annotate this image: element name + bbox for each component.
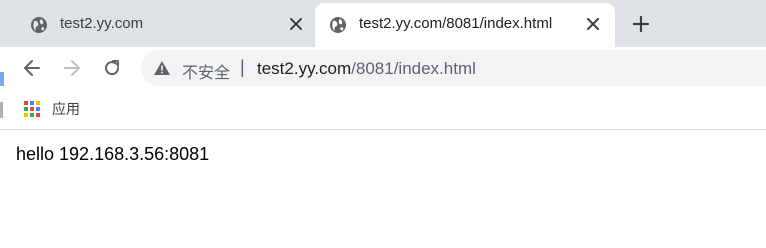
plus-icon: [633, 16, 649, 32]
tab-test2-index-html[interactable]: test2.yy.com/8081/index.html: [315, 3, 615, 47]
apps-dot: [36, 101, 40, 105]
page-body-text: hello 192.168.3.56:8081: [16, 144, 210, 164]
edge-fragment: [0, 72, 4, 86]
globe-icon: [31, 17, 47, 33]
apps-dot: [36, 107, 40, 111]
separator: |: [240, 57, 245, 77]
security-label[interactable]: 不安全: [182, 59, 230, 83]
arrow-right-icon: [64, 60, 80, 76]
apps-dot: [24, 101, 28, 105]
apps-dot: [30, 101, 34, 105]
arrow-left-icon: [24, 60, 40, 76]
apps-label: 应用: [52, 101, 80, 117]
tab-strip: test2.yy.com test2.yy.com/8081/index.htm…: [0, 0, 766, 47]
apps-dot: [24, 113, 28, 117]
globe-icon: [330, 17, 346, 33]
close-icon[interactable]: [583, 14, 603, 34]
url-text[interactable]: test2.yy.com/8081/index.html: [257, 59, 476, 79]
address-bar[interactable]: 不安全 | test2.yy.com/8081/index.html: [141, 50, 766, 86]
apps-shortcut[interactable]: 应用: [24, 98, 80, 120]
warning-triangle-icon[interactable]: [153, 60, 171, 76]
forward-button[interactable]: [60, 56, 84, 80]
edge-fragment: [0, 102, 4, 118]
back-button[interactable]: [20, 56, 44, 80]
apps-grid-icon: [24, 101, 40, 117]
new-tab-button[interactable]: [630, 13, 652, 35]
apps-dot: [24, 107, 28, 111]
tab-title: test2.yy.com/8081/index.html: [359, 15, 553, 32]
toolbar: 不安全 | test2.yy.com/8081/index.html: [0, 47, 766, 89]
url-host: test2.yy.com: [257, 59, 352, 78]
browser-window: test2.yy.com test2.yy.com/8081/index.htm…: [0, 0, 766, 248]
apps-dot: [36, 113, 40, 117]
reload-button[interactable]: [100, 56, 124, 80]
tab-test2-yy-com[interactable]: test2.yy.com: [16, 3, 312, 47]
tab-title: test2.yy.com: [60, 15, 144, 32]
url-path: /8081/index.html: [351, 59, 476, 78]
close-icon[interactable]: [286, 14, 306, 34]
bookmarks-bar: 应用: [0, 89, 766, 130]
reload-icon: [105, 60, 120, 76]
apps-dot: [30, 107, 34, 111]
apps-dot: [30, 113, 34, 117]
